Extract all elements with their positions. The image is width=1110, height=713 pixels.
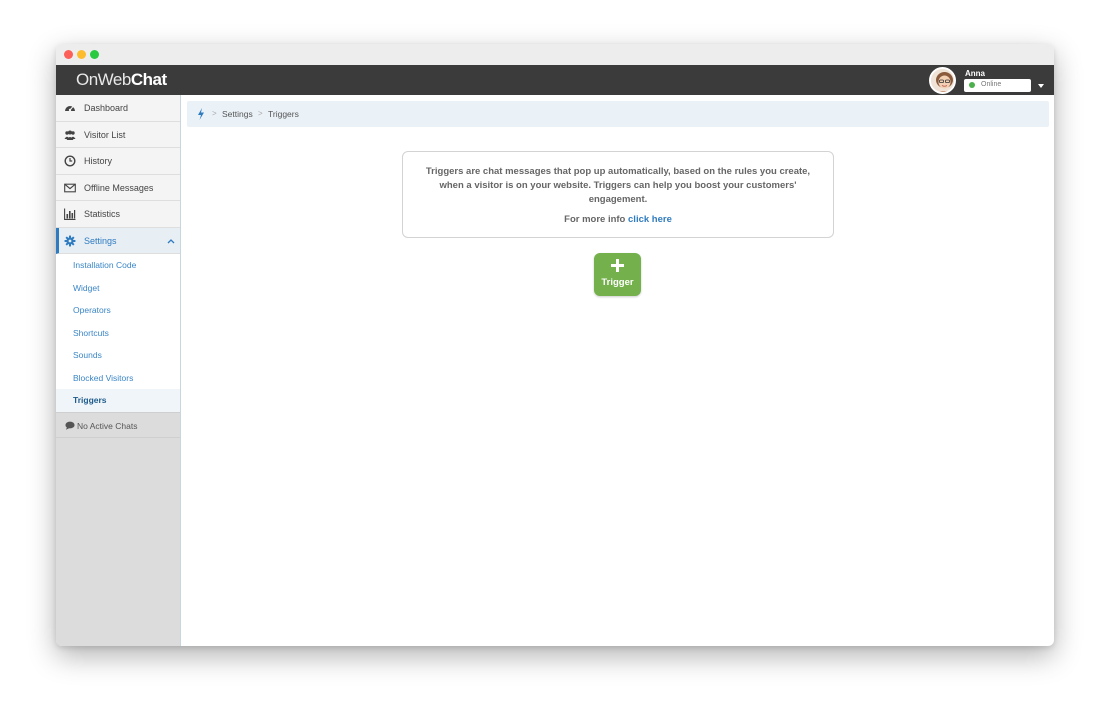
chevron-up-icon[interactable] [166, 237, 176, 245]
submenu-item-operators[interactable]: Operators [56, 299, 180, 322]
sidebar-item-dashboard[interactable]: Dashboard [56, 95, 180, 122]
triggers-info-box: Triggers are chat messages that pop up a… [402, 151, 834, 238]
user-name: Anna [965, 69, 985, 78]
sidebar-item-label: Settings [84, 235, 117, 246]
sidebar-item-label: Offline Messages [84, 182, 154, 193]
breadcrumb: > Settings > Triggers [187, 101, 1049, 127]
sidebar-item-offline-messages[interactable]: Offline Messages [56, 174, 180, 201]
online-status-icon [969, 82, 975, 88]
users-icon [64, 130, 76, 140]
avatar-image [931, 69, 954, 92]
breadcrumb-item-triggers: Triggers [268, 109, 299, 119]
minimize-window-button[interactable] [77, 50, 86, 59]
logo-prefix: OnWeb [76, 70, 131, 89]
plus-icon [611, 259, 624, 272]
user-avatar[interactable] [929, 67, 956, 94]
submenu-item-triggers[interactable]: Triggers [56, 389, 180, 412]
submenu-item-label: Triggers [73, 395, 107, 405]
submenu-item-sounds[interactable]: Sounds [56, 344, 180, 367]
clock-icon [64, 155, 76, 167]
dashboard-icon [65, 106, 75, 112]
envelope-icon [64, 183, 76, 192]
submenu-item-blocked-visitors[interactable]: Blocked Visitors [56, 367, 180, 390]
more-info-link[interactable]: click here [628, 214, 672, 225]
submenu-item-label: Blocked Visitors [73, 372, 134, 383]
close-window-button[interactable] [64, 50, 73, 59]
logo-suffix: Chat [130, 70, 167, 89]
sidebar-item-statistics[interactable]: Statistics [56, 201, 180, 228]
top-bar: OnWebChat Anna Online [56, 65, 1054, 95]
breadcrumb-item-settings[interactable]: Settings [222, 109, 253, 119]
sidebar-item-history[interactable]: History [56, 148, 180, 175]
submenu-item-label: Sounds [73, 350, 102, 360]
status-select[interactable]: Online [964, 79, 1031, 92]
no-active-chats-label: No Active Chats [77, 420, 138, 431]
add-trigger-label: Trigger [601, 277, 634, 288]
submenu-item-installation-code[interactable]: Installation Code [56, 254, 180, 277]
sidebar-item-label: Dashboard [84, 103, 129, 113]
triggers-info-text: Triggers are chat messages that pop up a… [425, 166, 811, 205]
status-value: Online [981, 81, 1002, 88]
user-menu-caret-icon[interactable] [1038, 84, 1044, 88]
submenu-item-label: Shortcuts [73, 327, 109, 338]
more-info-prefix: For more info [564, 214, 626, 225]
sidebar-item-label: Visitor List [84, 129, 126, 140]
submenu-item-widget[interactable]: Widget [56, 277, 180, 300]
submenu-item-label: Operators [73, 305, 111, 315]
sidebar: Dashboard Visitor List History Offline M… [56, 95, 181, 646]
submenu-item-label: Widget [73, 282, 100, 293]
sidebar-item-settings[interactable]: Settings [56, 227, 180, 254]
add-trigger-button[interactable]: Trigger [594, 253, 641, 296]
breadcrumb-separator: > [258, 109, 263, 118]
more-info-line: For more info click here [403, 214, 833, 225]
app-window: OnWebChat Anna Online Dashboard Visitor … [56, 44, 1054, 646]
no-active-chats: No Active Chats [56, 411, 180, 438]
chat-bubble-icon [65, 421, 75, 430]
breadcrumb-separator: > [212, 109, 217, 118]
bolt-icon[interactable] [197, 108, 205, 120]
sidebar-item-label: Statistics [84, 209, 121, 219]
sidebar-item-visitor-list[interactable]: Visitor List [56, 121, 180, 148]
submenu-item-label: Installation Code [73, 260, 137, 270]
gear-icon [64, 235, 76, 246]
bar-chart-icon [64, 208, 76, 220]
submenu-item-shortcuts[interactable]: Shortcuts [56, 322, 180, 345]
settings-submenu: Installation Code Widget Operators Short… [56, 254, 180, 412]
sidebar-item-label: History [84, 156, 113, 166]
app-logo[interactable]: OnWebChat [76, 70, 167, 90]
maximize-window-button[interactable] [90, 50, 99, 59]
window-titlebar [56, 44, 1054, 65]
